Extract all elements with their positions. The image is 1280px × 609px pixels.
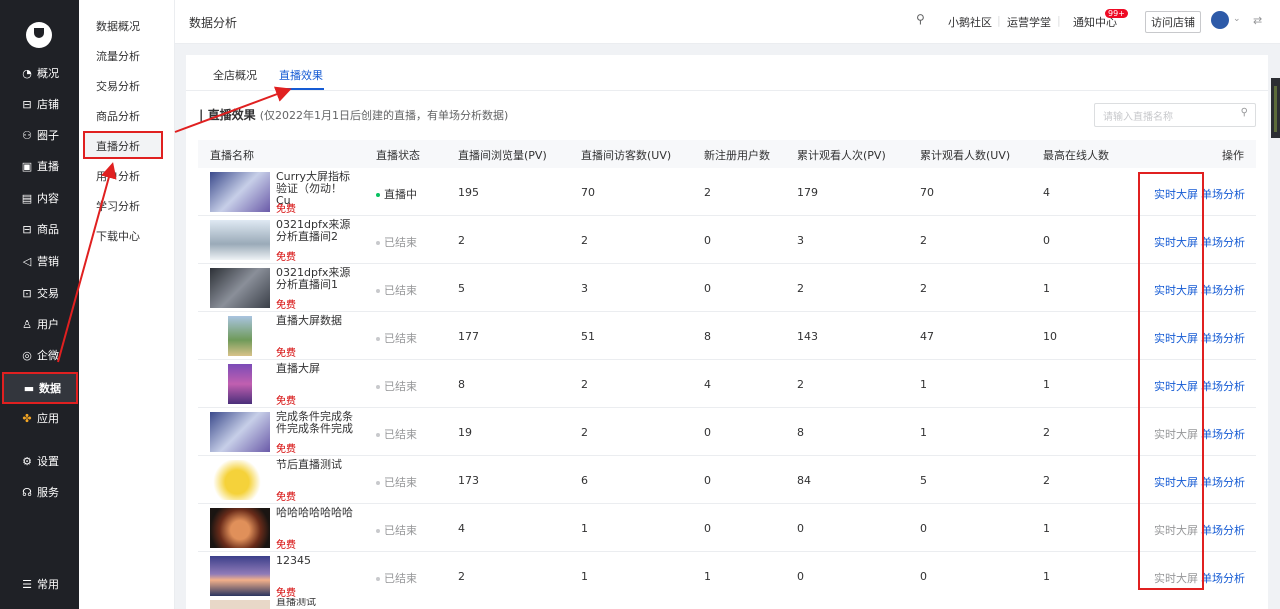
arrow-to-live-effect-tab [174,86,292,133]
scrollbar[interactable] [1271,78,1280,138]
annotation-arrows [57,86,292,363]
arrow-to-live-analysis [57,162,117,363]
